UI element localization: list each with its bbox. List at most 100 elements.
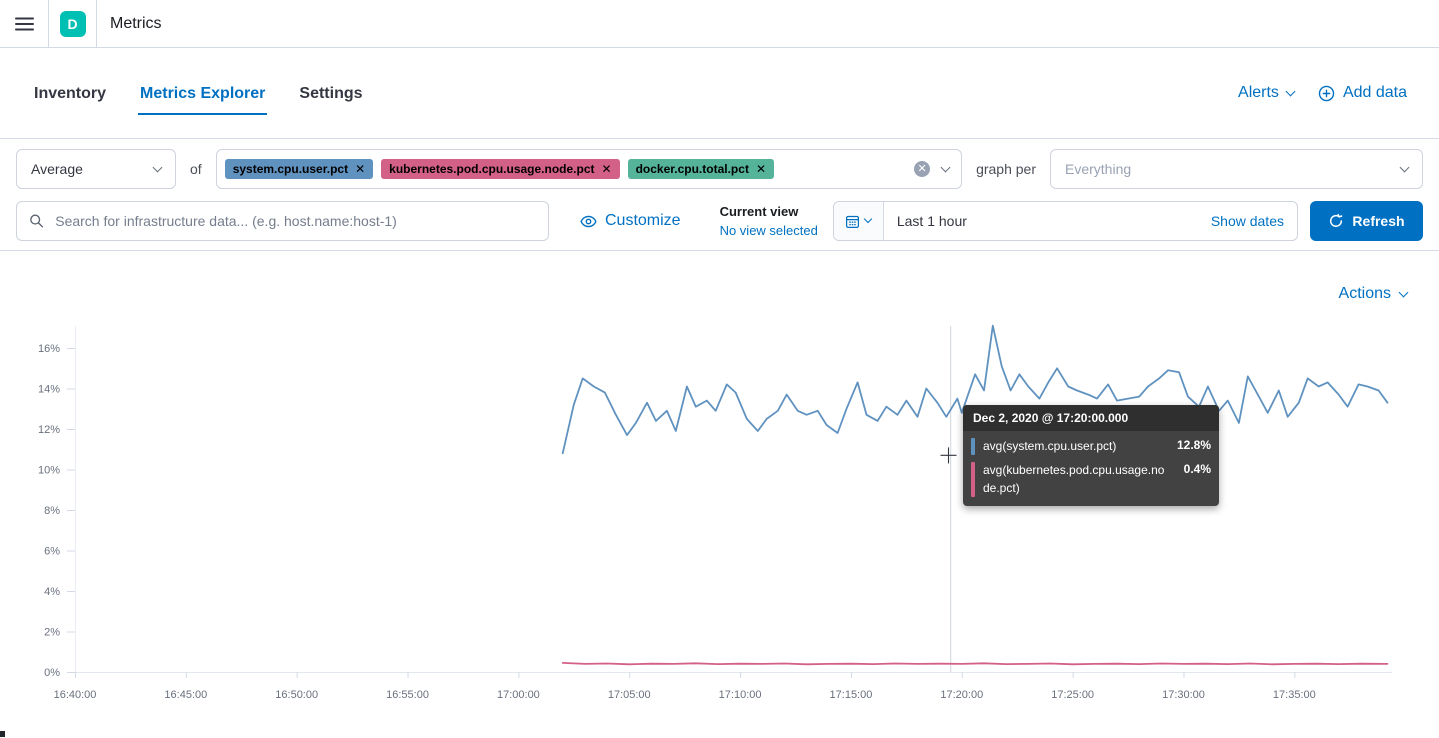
x-tick-label: 17:15:00 [830, 689, 873, 701]
menu-button[interactable] [0, 0, 48, 47]
search-icon [29, 213, 44, 229]
series-color-bar [971, 462, 975, 497]
graph-per-label: graph per [976, 161, 1036, 177]
metric-pill-label: docker.cpu.total.pct [636, 162, 749, 176]
tooltip-series-label: avg(system.cpu.user.pct) [983, 438, 1165, 455]
y-tick-label: 0% [44, 667, 60, 679]
quick-select-button[interactable] [834, 202, 884, 240]
tooltip-series-label: avg(kubernetes.pod.cpu.usage.node.pct) [983, 462, 1165, 497]
y-tick-label: 14% [38, 384, 60, 396]
x-tick-label: 17:35:00 [1273, 689, 1316, 701]
add-data-label: Add data [1343, 84, 1407, 102]
chart-actions-menu[interactable]: Actions [1339, 285, 1407, 303]
tooltip-series-value: 0.4% [1184, 462, 1211, 476]
customize-button[interactable]: Customize [580, 212, 681, 230]
tooltip-rows: avg(system.cpu.user.pct) 12.8% avg(kuberne… [963, 431, 1219, 506]
metric-pill[interactable]: system.cpu.user.pct ✕ [225, 159, 373, 179]
eye-icon [580, 213, 597, 230]
aggregation-select[interactable]: Average [16, 149, 176, 189]
metric-line-1 [563, 663, 1388, 664]
top-bar: D Metrics [0, 0, 1439, 48]
app-logo[interactable]: D [49, 0, 96, 47]
tooltip-row: avg(kubernetes.pod.cpu.usage.node.pct) 0.… [971, 462, 1211, 497]
actions-label: Actions [1339, 285, 1391, 303]
x-tick-label: 16:45:00 [164, 689, 207, 701]
tooltip-series-value: 12.8% [1177, 438, 1211, 452]
refresh-label: Refresh [1352, 213, 1404, 229]
y-tick-label: 6% [44, 546, 60, 558]
chevron-down-icon [1400, 162, 1410, 172]
tabs: Inventory Metrics Explorer Settings [32, 71, 395, 115]
x-tick-label: 17:10:00 [719, 689, 762, 701]
current-view-link[interactable]: No view selected [720, 221, 818, 241]
tab-settings[interactable]: Settings [297, 71, 364, 115]
refresh-button[interactable]: Refresh [1310, 201, 1423, 241]
current-view-title: Current view [720, 202, 818, 222]
nav-actions: Alerts Add data [1238, 84, 1407, 102]
metric-pill-label: system.cpu.user.pct [233, 162, 348, 176]
y-tick-label: 4% [44, 586, 60, 598]
metrics-chart[interactable]: 0% 2% 4% 6% 8% 10% 12% 14% 16% 16:40:00 16:45:00 16… [0, 320, 1439, 738]
combobox-controls: ✕ [914, 161, 949, 177]
series-color-bar [971, 438, 975, 455]
metric-pills: system.cpu.user.pct✕kubernetes.pod.cpu.u… [225, 159, 774, 179]
tooltip-timestamp: Dec 2, 2020 @ 17:20:00.000 [963, 405, 1219, 431]
hamburger-icon [15, 16, 34, 32]
chevron-down-icon [1399, 287, 1409, 297]
nav-bar: Inventory Metrics Explorer Settings Alerts… [0, 48, 1439, 139]
page-title: Metrics [97, 0, 162, 47]
y-tick-label: 16% [38, 343, 60, 355]
filter-bar: Average of system.cpu.user.pct✕kubernete… [0, 139, 1439, 251]
x-tick-label: 17:30:00 [1162, 689, 1205, 701]
search-row: Customize Current view No view selected … [16, 201, 1423, 241]
metrics-combobox[interactable]: system.cpu.user.pct✕kubernetes.pod.cpu.u… [216, 149, 962, 189]
group-by-placeholder: Everything [1065, 161, 1131, 177]
y-tick-label: 8% [44, 505, 60, 517]
x-tick-label: 16:50:00 [275, 689, 318, 701]
remove-metric-icon[interactable]: ✕ [756, 162, 766, 176]
calendar-icon [845, 214, 860, 229]
refresh-icon [1328, 213, 1344, 229]
chevron-down-icon[interactable] [941, 162, 951, 172]
x-tick-label: 17:20:00 [940, 689, 983, 701]
x-tick-label: 17:05:00 [608, 689, 651, 701]
remove-metric-icon[interactable]: ✕ [355, 162, 365, 176]
tab-inventory[interactable]: Inventory [32, 71, 108, 115]
y-tick-label: 10% [38, 465, 60, 477]
tab-metrics-explorer[interactable]: Metrics Explorer [138, 71, 267, 115]
aggregation-value: Average [31, 161, 83, 177]
group-by-combobox[interactable]: Everything [1050, 149, 1423, 189]
search-input[interactable] [53, 212, 536, 230]
alerts-menu[interactable]: Alerts [1238, 84, 1294, 102]
chevron-down-icon [864, 215, 872, 223]
show-dates-button[interactable]: Show dates [1211, 213, 1297, 229]
chevron-down-icon [1285, 86, 1295, 96]
metric-pill[interactable]: kubernetes.pod.cpu.usage.node.pct ✕ [381, 159, 619, 179]
chart-tooltip: Dec 2, 2020 @ 17:20:00.000 avg(system.cp… [963, 405, 1219, 506]
time-range-value[interactable]: Last 1 hour [884, 213, 980, 229]
search-box [16, 201, 549, 241]
tooltip-row: avg(system.cpu.user.pct) 12.8% [971, 438, 1211, 455]
add-data-button[interactable]: Add data [1318, 84, 1407, 102]
alerts-label: Alerts [1238, 84, 1279, 102]
y-tick-label: 2% [44, 627, 60, 639]
of-label: of [190, 161, 202, 177]
current-view: Current view No view selected [720, 202, 818, 241]
y-tick-label: 12% [38, 424, 60, 436]
crosshair-cursor-icon [940, 447, 956, 463]
customize-label: Customize [605, 212, 681, 230]
app-logo-badge: D [60, 11, 86, 37]
plus-circle-icon [1318, 85, 1335, 102]
metric-pill-label: kubernetes.pod.cpu.usage.node.pct [389, 162, 594, 176]
x-tick-label: 16:40:00 [54, 689, 97, 701]
remove-metric-icon[interactable]: ✕ [602, 162, 612, 176]
chart-canvas[interactable]: 0% 2% 4% 6% 8% 10% 12% 14% 16% 16:40:00 16:45:00 16… [0, 320, 1439, 738]
date-picker: Last 1 hour Show dates [833, 201, 1298, 241]
chevron-down-icon [153, 162, 163, 172]
metric-pill[interactable]: docker.cpu.total.pct ✕ [628, 159, 774, 179]
screen-artifact [0, 731, 5, 737]
x-tick-label: 17:25:00 [1051, 689, 1094, 701]
clear-all-icon[interactable]: ✕ [914, 161, 930, 177]
x-tick-label: 17:00:00 [497, 689, 540, 701]
x-tick-label: 16:55:00 [386, 689, 429, 701]
